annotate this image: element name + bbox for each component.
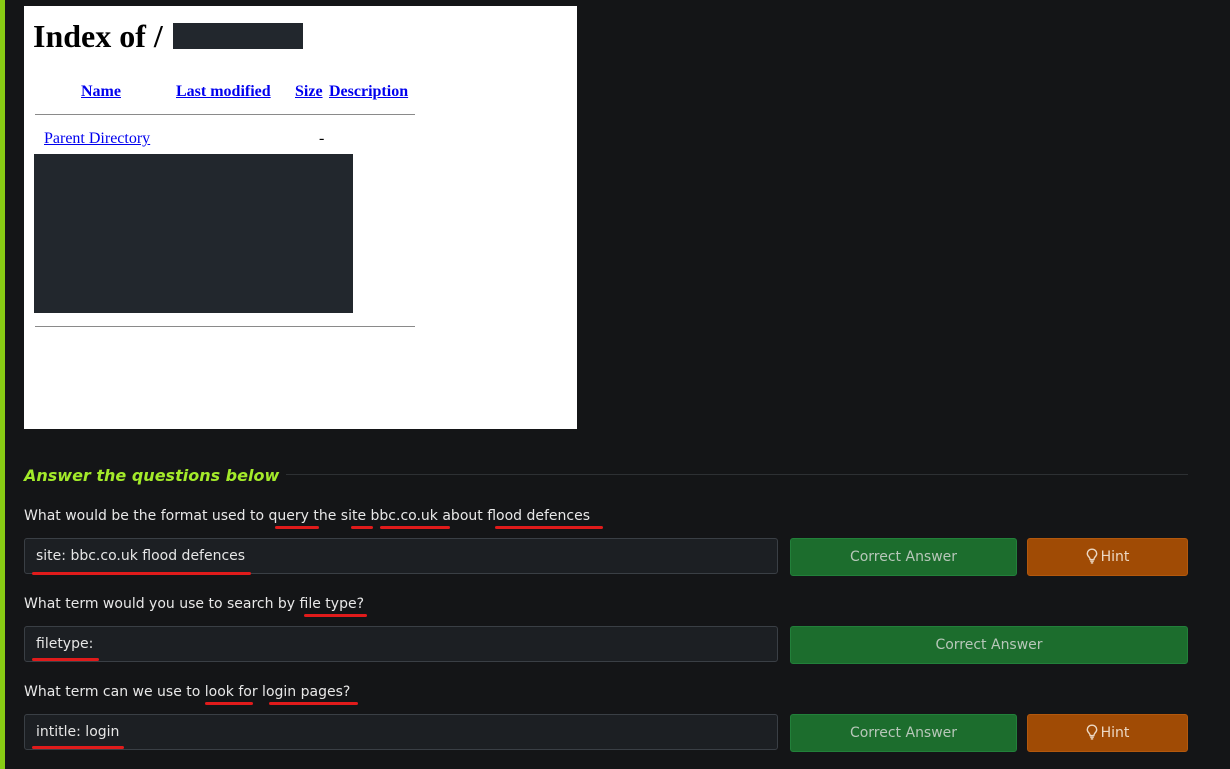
annotation-underline xyxy=(495,526,603,529)
parent-directory-size: - xyxy=(319,130,325,147)
annotation-underline xyxy=(304,614,367,617)
column-header-last-modified[interactable]: Last modified xyxy=(176,82,271,102)
question-3-answer-input[interactable]: intitle: login xyxy=(24,714,778,750)
lightbulb-icon xyxy=(1086,724,1098,740)
question-2-answer-input[interactable]: filetype: xyxy=(24,626,778,662)
question-3-hint-label: Hint xyxy=(1100,725,1130,741)
question-1-text: What would be the format used to query t… xyxy=(24,508,591,524)
annotation-underline xyxy=(275,526,319,529)
listing-title: Index of / xyxy=(33,18,163,54)
column-header-description[interactable]: Description xyxy=(329,82,408,102)
question-3-text: What term can we use to look for login p… xyxy=(24,684,351,700)
annotation-underline xyxy=(32,658,99,661)
annotation-underline xyxy=(351,526,373,529)
question-1-hint-label: Hint xyxy=(1100,549,1130,565)
question-3-hint-button[interactable]: Hint xyxy=(1027,714,1188,752)
column-header-name[interactable]: Name xyxy=(81,82,121,102)
annotation-underline xyxy=(32,746,124,749)
column-header-size[interactable]: Size xyxy=(295,82,323,102)
question-1-correct-answer-button[interactable]: Correct Answer xyxy=(790,538,1017,576)
redacted-file-rows xyxy=(34,154,353,313)
parent-directory-link[interactable]: Parent Directory xyxy=(44,129,150,149)
lightbulb-icon xyxy=(1086,548,1098,564)
question-2-text: What term would you use to search by fil… xyxy=(24,596,365,612)
listing-divider-top xyxy=(35,114,415,115)
annotation-underline xyxy=(205,702,253,705)
left-accent-bar xyxy=(0,0,5,769)
question-1-answer-input[interactable]: site: bbc.co.uk flood defences xyxy=(24,538,778,574)
directory-listing-screenshot: Index of / Name Last modified Size Descr… xyxy=(24,6,577,429)
listing-divider-bottom xyxy=(35,326,415,327)
question-2-correct-answer-button[interactable]: Correct Answer xyxy=(790,626,1188,664)
annotation-underline xyxy=(269,702,358,705)
question-3-correct-answer-button[interactable]: Correct Answer xyxy=(790,714,1017,752)
section-divider xyxy=(286,474,1188,475)
annotation-underline xyxy=(32,572,251,575)
annotation-underline xyxy=(380,526,450,529)
redacted-directory-name xyxy=(173,23,303,49)
question-1-hint-button[interactable]: Hint xyxy=(1027,538,1188,576)
section-heading: Answer the questions below xyxy=(24,466,280,485)
